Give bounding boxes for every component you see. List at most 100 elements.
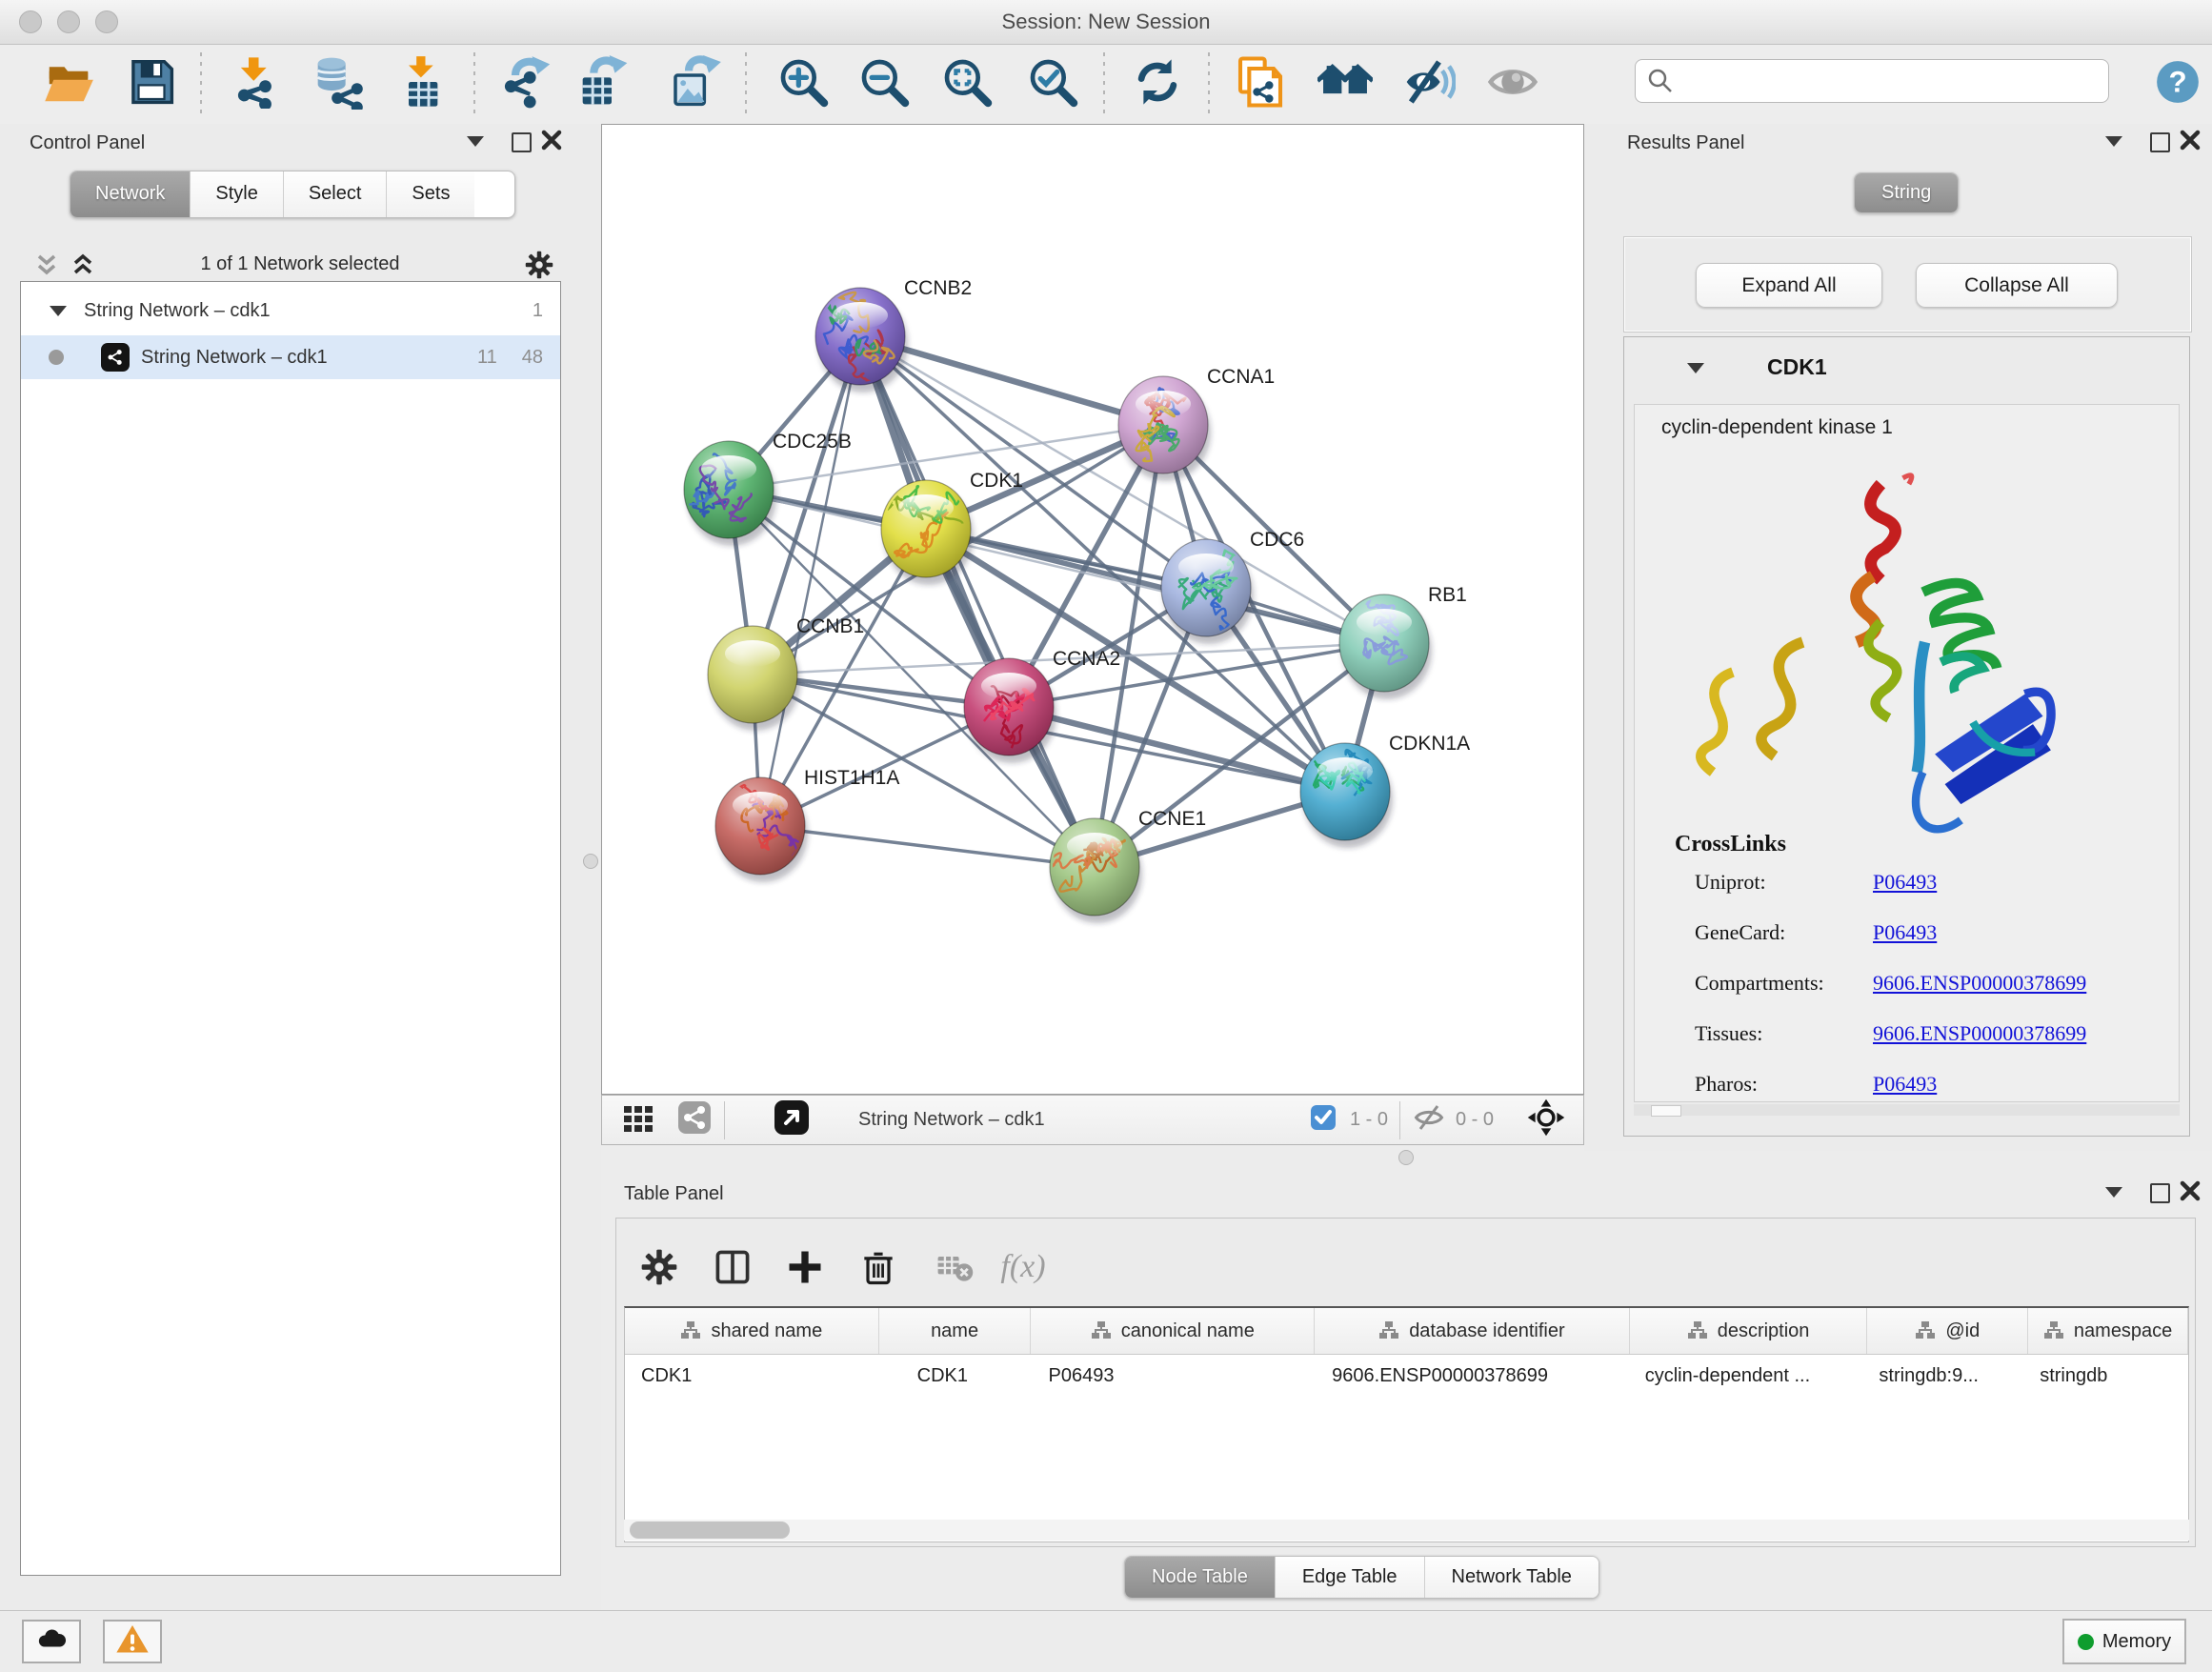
table-horizontal-scrollbar[interactable] bbox=[624, 1520, 2189, 1541]
add-column-button[interactable] bbox=[777, 1239, 833, 1295]
node-CCNA1[interactable] bbox=[1118, 376, 1211, 481]
zoom-selected-button[interactable] bbox=[1022, 53, 1083, 114]
network-tree-root-row[interactable]: String Network – cdk1 1 bbox=[21, 289, 560, 332]
grid-view-icon[interactable] bbox=[621, 1100, 655, 1139]
network-column-icon bbox=[1091, 1320, 1112, 1341]
protein-collapse-caret-icon[interactable] bbox=[1687, 363, 1704, 373]
panel-menu-caret-icon[interactable] bbox=[2105, 1187, 2122, 1198]
crosslink-label: Pharos: bbox=[1695, 1072, 1758, 1096]
left-splitter-handle[interactable] bbox=[583, 854, 598, 869]
import-network-file-button[interactable] bbox=[225, 53, 286, 114]
panel-menu-caret-icon[interactable] bbox=[2105, 136, 2122, 147]
zoom-fit-button[interactable] bbox=[936, 53, 997, 114]
crosslink-link[interactable]: P06493 bbox=[1873, 920, 1937, 945]
column-header-@id[interactable]: @id bbox=[1867, 1308, 2028, 1354]
export-network-button[interactable] bbox=[498, 53, 559, 114]
save-session-button[interactable] bbox=[121, 53, 182, 114]
crosslink-link[interactable]: P06493 bbox=[1873, 870, 1937, 895]
tab-style[interactable]: Style bbox=[191, 171, 283, 217]
import-table-file-button[interactable] bbox=[392, 53, 452, 114]
tab-network[interactable]: Network bbox=[70, 171, 191, 217]
crosslink-link[interactable]: 9606.ENSP00000378699 bbox=[1873, 971, 2086, 996]
edge-CDK1-RB1[interactable] bbox=[926, 529, 1384, 643]
table-cell[interactable]: cyclin-dependent ... bbox=[1630, 1365, 1868, 1387]
node-label-CDC6: CDC6 bbox=[1250, 529, 1304, 551]
apply-layout-button[interactable] bbox=[1127, 53, 1188, 114]
collapse-all-icon[interactable] bbox=[32, 251, 61, 284]
zoom-out-button[interactable] bbox=[854, 53, 915, 114]
tab-string[interactable]: String bbox=[1855, 173, 1958, 212]
table-cell[interactable]: CDK1 bbox=[625, 1365, 879, 1387]
column-header-database-identifier[interactable]: database identifier bbox=[1315, 1308, 1630, 1354]
search-input[interactable] bbox=[1635, 59, 2109, 103]
memory-button[interactable]: Memory bbox=[2062, 1619, 2186, 1664]
tab-node-table[interactable]: Node Table bbox=[1125, 1557, 1276, 1598]
expand-all-button[interactable]: Expand All bbox=[1696, 263, 1882, 308]
collection-count: 1 bbox=[533, 300, 543, 322]
show-all-button[interactable] bbox=[1482, 53, 1543, 114]
panel-float-icon[interactable] bbox=[2150, 132, 2170, 152]
warnings-button[interactable] bbox=[103, 1620, 162, 1663]
tab-edge-table[interactable]: Edge Table bbox=[1276, 1557, 1425, 1598]
table-cell[interactable]: stringdb bbox=[2028, 1365, 2188, 1387]
cloud-status-button[interactable] bbox=[22, 1620, 81, 1663]
network-graph[interactable]: CCNB2CCNA1CDC25BCDK1CDC6RB1CCNB1CCNA2CDK… bbox=[602, 125, 1583, 1094]
zoom-in-button[interactable] bbox=[773, 53, 834, 114]
node-label-CDK1: CDK1 bbox=[970, 470, 1023, 492]
network-canvas[interactable]: CCNB2CCNA1CDC25BCDK1CDC6RB1CCNB1CCNA2CDK… bbox=[601, 124, 1584, 1095]
panel-close-icon[interactable] bbox=[2179, 1179, 2202, 1207]
help-button[interactable]: ? bbox=[2147, 53, 2208, 114]
column-header-name[interactable]: name bbox=[879, 1308, 1032, 1354]
scrollbar-thumb[interactable] bbox=[1651, 1105, 1681, 1117]
table-row[interactable]: CDK1CDK1P064939606.ENSP00000378699cyclin… bbox=[625, 1355, 2188, 1397]
collapse-all-button[interactable]: Collapse All bbox=[1916, 263, 2118, 308]
network-from-clipboard-button[interactable] bbox=[1230, 53, 1291, 114]
node-HIST1H1A[interactable] bbox=[715, 777, 808, 882]
export-table-button[interactable] bbox=[574, 53, 635, 114]
results-horizontal-scrollbar[interactable] bbox=[1634, 1104, 2180, 1116]
show-columns-button[interactable] bbox=[705, 1239, 760, 1295]
selected-checkbox-icon[interactable] bbox=[1308, 1102, 1338, 1138]
column-header-description[interactable]: description bbox=[1630, 1308, 1868, 1354]
open-in-new-window-icon[interactable] bbox=[773, 1098, 811, 1141]
panel-close-icon[interactable] bbox=[540, 129, 563, 156]
birds-eye-view-icon[interactable] bbox=[1526, 1098, 1566, 1142]
network-tree-child-row[interactable]: String Network – cdk1 11 48 bbox=[21, 335, 560, 379]
node-CDC25B[interactable] bbox=[679, 441, 776, 546]
column-header-namespace[interactable]: namespace bbox=[2028, 1308, 2188, 1354]
hidden-eye-icon[interactable] bbox=[1412, 1100, 1446, 1139]
column-header-shared-name[interactable]: shared name bbox=[625, 1308, 879, 1354]
table-cell[interactable]: P06493 bbox=[1032, 1365, 1316, 1387]
node-RB1[interactable] bbox=[1339, 594, 1432, 699]
tab-sets[interactable]: Sets bbox=[387, 171, 474, 217]
hide-selected-button[interactable] bbox=[1398, 53, 1459, 114]
column-header-canonical-name[interactable]: canonical name bbox=[1031, 1308, 1315, 1354]
crosslink-link[interactable]: 9606.ENSP00000378699 bbox=[1873, 1021, 2086, 1046]
panel-float-icon[interactable] bbox=[2150, 1183, 2170, 1203]
tree-expand-caret-icon[interactable] bbox=[50, 300, 67, 322]
node-CCNB2[interactable] bbox=[815, 288, 908, 393]
panel-close-icon[interactable] bbox=[2179, 129, 2202, 156]
table-cell[interactable]: CDK1 bbox=[879, 1365, 1032, 1387]
tab-network-table[interactable]: Network Table bbox=[1425, 1557, 1599, 1598]
scrollbar-thumb[interactable] bbox=[630, 1521, 790, 1539]
node-CCNE1[interactable] bbox=[1048, 818, 1142, 923]
bottom-splitter-handle[interactable] bbox=[1398, 1150, 1414, 1165]
table-cell[interactable]: stringdb:9... bbox=[1867, 1365, 2028, 1387]
node-CDK1[interactable] bbox=[881, 480, 974, 585]
crosslink-link[interactable]: P06493 bbox=[1873, 1072, 1937, 1097]
import-network-database-button[interactable] bbox=[306, 53, 367, 114]
show-home-button[interactable] bbox=[1315, 53, 1376, 114]
delete-column-button[interactable] bbox=[851, 1239, 906, 1295]
table-options-button[interactable] bbox=[632, 1239, 687, 1295]
table-cell[interactable]: 9606.ENSP00000378699 bbox=[1315, 1365, 1630, 1387]
panel-menu-caret-icon[interactable] bbox=[467, 136, 484, 147]
open-session-button[interactable] bbox=[38, 53, 99, 114]
panel-float-icon[interactable] bbox=[512, 132, 532, 152]
tab-select[interactable]: Select bbox=[284, 171, 388, 217]
expand-all-icon[interactable] bbox=[69, 251, 97, 284]
cytoscape-window: { "window": { "title": "Session: New Ses… bbox=[0, 0, 2212, 1671]
network-view-share-icon[interactable] bbox=[676, 1099, 713, 1140]
export-image-button[interactable] bbox=[665, 53, 726, 114]
edge-HIST1H1A-CCNE1[interactable] bbox=[760, 826, 1095, 867]
